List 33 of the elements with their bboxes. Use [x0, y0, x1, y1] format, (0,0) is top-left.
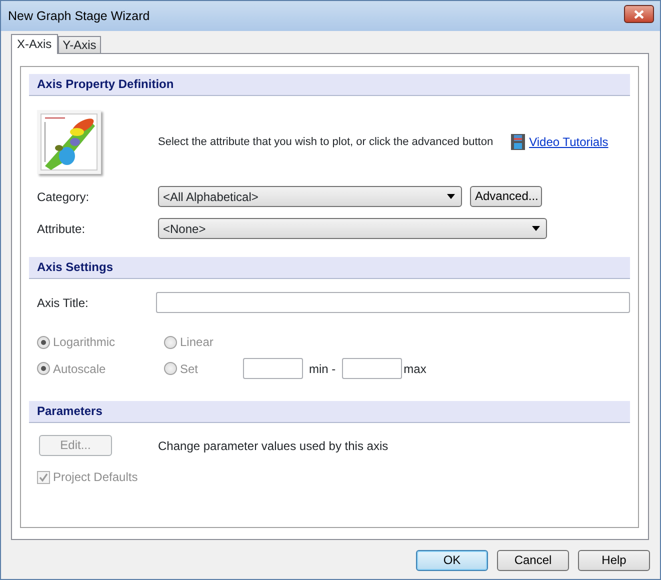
instruction-text: Select the attribute that you wish to plot, or click the advanced button: [158, 134, 494, 150]
radio-label: Linear: [180, 334, 214, 351]
dropdown[interactable]: <All Alphabetical>: [158, 186, 462, 207]
advanced-button[interactable]: Advanced...: [470, 186, 542, 207]
window-title: New Graph Stage Wizard: [8, 8, 150, 25]
field-label: Axis Title:: [37, 294, 90, 312]
dialog-button[interactable]: OK: [416, 550, 488, 571]
close-icon: [634, 10, 644, 18]
video-tutorials-link[interactable]: Video Tutorials: [529, 133, 608, 151]
section-heading: Parameters: [29, 401, 630, 423]
caret-icon: [532, 226, 540, 231]
caret-icon: [447, 194, 455, 199]
field-label: Attribute:: [37, 220, 86, 238]
max-field[interactable]: [342, 358, 402, 379]
max-label: max: [404, 360, 426, 378]
section-heading: Axis Settings: [29, 257, 630, 279]
tab[interactable]: X-Axis: [11, 34, 58, 54]
description-text: Change parameter values used by this axis: [158, 438, 388, 454]
axis-title-field[interactable]: [156, 292, 630, 313]
min-field[interactable]: [243, 358, 303, 379]
film-icon: [511, 134, 526, 150]
dialog-button[interactable]: Cancel: [497, 550, 569, 571]
radio-label: Autoscale: [53, 360, 107, 378]
dialog-button[interactable]: Help: [578, 550, 650, 571]
close-button[interactable]: [624, 5, 654, 23]
checkbox-label: Project Defaults: [53, 469, 138, 486]
dropdown[interactable]: <None>: [158, 218, 547, 239]
min-label: min -: [309, 360, 336, 378]
radio-label: Set: [180, 360, 200, 378]
radio-label: Logarithmic: [53, 334, 116, 351]
tab[interactable]: Y-Axis: [58, 36, 102, 53]
section-heading: Axis Property Definition: [29, 74, 630, 96]
field-label: Category:: [37, 188, 90, 206]
